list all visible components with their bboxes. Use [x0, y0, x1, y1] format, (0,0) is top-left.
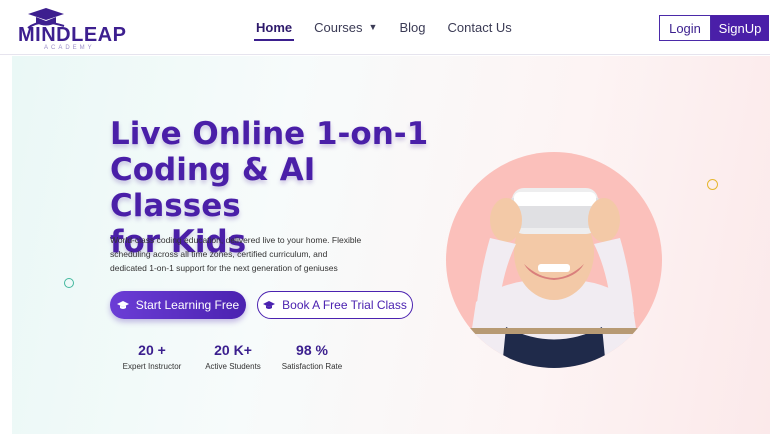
stat-value: 98 %: [296, 342, 328, 358]
login-button[interactable]: Login: [659, 15, 711, 41]
decorative-circle-icon: [64, 278, 74, 288]
graduation-cap-icon: [263, 300, 276, 309]
nav-item-blog[interactable]: Blog: [399, 12, 425, 43]
main-nav: Home Courses ▼ Blog Contact Us: [253, 0, 512, 54]
start-learning-button[interactable]: Start Learning Free: [110, 291, 246, 319]
hero-desc-line2: scheduling across all time zones, certif…: [110, 249, 328, 259]
nav-courses-label: Courses: [314, 19, 363, 35]
stat-label: Expert Instructor: [122, 362, 182, 371]
brand-subtitle: ACADEMY: [44, 45, 95, 51]
start-learning-label: Start Learning Free: [135, 298, 240, 312]
decorative-circle-icon: [707, 179, 718, 190]
signup-button[interactable]: SignUp: [711, 15, 769, 41]
site-header: MINDLEAP ACADEMY Home Courses ▼ Blog Cont…: [0, 0, 770, 55]
nav-blog-label: Blog: [399, 19, 426, 35]
hero-description: World-class coding education, delivered …: [110, 233, 390, 275]
brand-logo[interactable]: MINDLEAP ACADEMY: [18, 6, 128, 51]
auth-buttons: Login SignUp: [659, 15, 769, 41]
stat-label: Satisfaction Rate: [281, 362, 343, 371]
nav-item-contact[interactable]: Contact Us: [448, 12, 512, 43]
stat-value: 20 K+: [214, 342, 252, 358]
stat-label: Active Students: [205, 362, 261, 371]
stat-satisfaction: 98 % Satisfaction Rate: [276, 342, 348, 371]
hero-title-line1: Live Online 1-on-1: [110, 116, 429, 152]
nav-contact-label: Contact Us: [447, 19, 512, 35]
nav-home-label: Home: [256, 19, 293, 35]
hero-title-line2: Coding & AI Classes: [110, 152, 316, 224]
stat-instructors: 20 + Expert Instructor: [116, 342, 188, 371]
hero-desc-line3: dedicated 1-on-1 support for the next ge…: [110, 263, 338, 273]
stat-students: 20 K+ Active Students: [198, 342, 268, 371]
book-trial-label: Book A Free Trial Class: [282, 298, 407, 312]
book-trial-button[interactable]: Book A Free Trial Class: [257, 291, 413, 319]
nav-item-home[interactable]: Home: [253, 12, 295, 43]
hero-desc-line1: World-class coding education, delivered …: [110, 235, 362, 245]
chevron-down-icon: ▼: [368, 22, 378, 32]
nav-item-courses[interactable]: Courses ▼: [314, 12, 377, 43]
stat-value: 20 +: [138, 342, 166, 358]
graduation-cap-icon: [116, 300, 129, 309]
brand-name: MINDLEAP: [18, 24, 127, 46]
child-vr-illustration: [466, 188, 642, 368]
hero-image: [446, 152, 662, 368]
